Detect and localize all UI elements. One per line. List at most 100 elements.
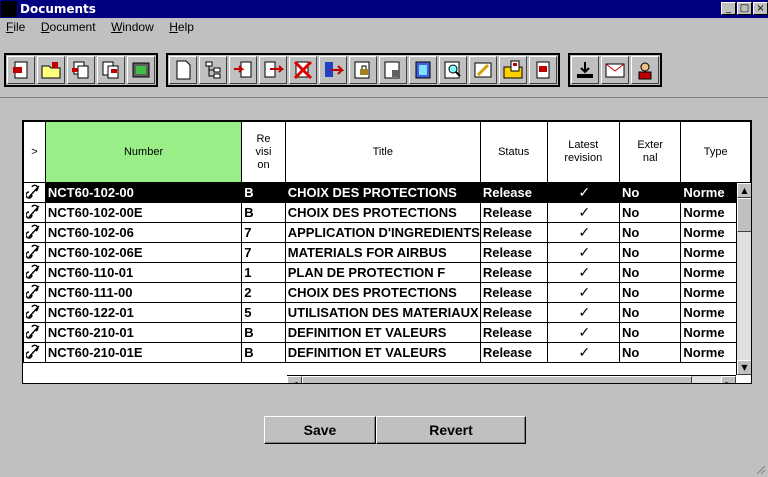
- number-cell: NCT60-210-01E: [44, 342, 243, 363]
- edit-doc-icon[interactable]: [469, 56, 497, 84]
- vertical-scroll-thumb[interactable]: [737, 198, 751, 232]
- red-doc-icon[interactable]: [529, 56, 557, 84]
- link-icon: [23, 242, 46, 263]
- revert-button[interactable]: Revert: [376, 416, 526, 444]
- revision-header-line1: Re: [256, 132, 271, 145]
- table-row[interactable]: NCT60-102-00 B CHOIX DES PROTECTIONS Releas…: [23, 182, 751, 203]
- documents-table: > Number Re visi on Title Status Latest rev…: [22, 120, 752, 384]
- book-icon[interactable]: [409, 56, 437, 84]
- maximize-button[interactable]: □: [737, 2, 752, 15]
- close-button[interactable]: ×: [753, 2, 768, 15]
- menu-file[interactable]: File: [6, 18, 25, 36]
- title-cell: DEFINITION ET VALEURS: [284, 342, 481, 363]
- external-cell: No: [618, 282, 682, 303]
- external-header-line1: Exter: [637, 139, 664, 151]
- menu-window[interactable]: Window: [111, 18, 154, 36]
- delete-icon[interactable]: [289, 56, 317, 84]
- move-right-icon[interactable]: [319, 56, 347, 84]
- expand-column-header[interactable]: >: [23, 121, 46, 183]
- document-panel: > Number Re visi on Title Status Latest rev…: [0, 98, 768, 477]
- external-column-header[interactable]: Exter nal: [618, 121, 682, 183]
- latest-revision-check-icon: ✓: [546, 342, 620, 363]
- external-cell: No: [618, 222, 682, 243]
- latest-revision-column-header[interactable]: Latest revision: [546, 121, 620, 183]
- title-bar: Documents _ □ ×: [0, 0, 768, 18]
- new-page-icon[interactable]: [169, 56, 197, 84]
- minimize-button[interactable]: _: [721, 2, 736, 15]
- scroll-right-button[interactable]: ►: [721, 376, 736, 383]
- external-cell: No: [618, 202, 682, 223]
- horizontal-scroll-thumb[interactable]: [302, 376, 692, 383]
- tree-structure-icon[interactable]: [199, 56, 227, 84]
- copy-doc-icon[interactable]: [67, 56, 95, 84]
- doc-lock-icon[interactable]: [379, 56, 407, 84]
- resize-grip-icon[interactable]: [754, 463, 766, 475]
- open-folder-icon[interactable]: [37, 56, 65, 84]
- status-column-header[interactable]: Status: [479, 121, 548, 183]
- download-icon[interactable]: [571, 56, 599, 84]
- scroll-up-button[interactable]: ▲: [737, 183, 751, 198]
- table-row[interactable]: NCT60-210-01E B DEFINITION ET VALEURS Relea…: [23, 342, 751, 363]
- export-icon[interactable]: [259, 56, 287, 84]
- import-icon[interactable]: [229, 56, 257, 84]
- title-column-header[interactable]: Title: [284, 121, 481, 183]
- table-row[interactable]: NCT60-102-06E 7 MATERIALS FOR AIRBUS Releas…: [23, 242, 751, 263]
- menu-document-label: ocument: [49, 20, 96, 34]
- status-cell: Release: [479, 182, 548, 203]
- status-cell: Release: [479, 202, 548, 223]
- link-icon: [23, 302, 46, 323]
- menu-document[interactable]: Document: [41, 18, 96, 36]
- document-red-icon[interactable]: [7, 56, 35, 84]
- user-icon[interactable]: [631, 56, 659, 84]
- table-row[interactable]: NCT60-102-00E B CHOIX DES PROTECTIONS Relea…: [23, 202, 751, 223]
- revision-column-header[interactable]: Re visi on: [241, 121, 286, 183]
- status-cell: Release: [479, 262, 548, 283]
- latest-revision-check-icon: ✓: [546, 262, 620, 283]
- link-icon: [23, 222, 46, 243]
- revision-cell: B: [241, 342, 286, 363]
- title-cell: CHOIX DES PROTECTIONS: [284, 282, 481, 303]
- title-cell: MATERIALS FOR AIRBUS: [284, 242, 481, 263]
- vertical-scrollbar[interactable]: ▲ ▼: [736, 183, 751, 375]
- external-cell: No: [618, 322, 682, 343]
- revision-header-line2: visi: [255, 145, 272, 158]
- app-icon[interactable]: [1, 1, 17, 17]
- latest-revision-check-icon: ✓: [546, 182, 620, 203]
- menu-window-label: indow: [122, 20, 154, 34]
- latest-revision-check-icon: ✓: [546, 322, 620, 343]
- menu-document-mnemonic: D: [40, 20, 50, 34]
- mail-icon[interactable]: [601, 56, 629, 84]
- number-cell: NCT60-102-06: [44, 222, 243, 243]
- link-icon: [23, 322, 46, 343]
- external-cell: No: [618, 242, 682, 263]
- external-cell: No: [618, 182, 682, 203]
- title-cell: DEFINITION ET VALEURS: [284, 322, 481, 343]
- menu-help[interactable]: Help: [169, 18, 194, 36]
- table-row[interactable]: NCT60-110-01 1 PLAN DE PROTECTION F Release…: [23, 262, 751, 283]
- status-cell: Release: [479, 342, 548, 363]
- number-cell: NCT60-102-00E: [44, 202, 243, 223]
- table-row[interactable]: NCT60-102-06 7 APPLICATION D'INGREDIENTS Re…: [23, 222, 751, 243]
- print-preview-icon[interactable]: [127, 56, 155, 84]
- number-cell: NCT60-122-01: [44, 302, 243, 323]
- link-icon: [23, 202, 46, 223]
- status-cell: Release: [479, 282, 548, 303]
- table-row[interactable]: NCT60-210-01 B DEFINITION ET VALEURS Releas…: [23, 322, 751, 343]
- revision-cell: 2: [241, 282, 286, 303]
- duplicate-doc-icon[interactable]: [97, 56, 125, 84]
- lock-icon[interactable]: [349, 56, 377, 84]
- link-icon: [23, 342, 46, 363]
- number-cell: NCT60-110-01: [44, 262, 243, 283]
- save-button[interactable]: Save: [264, 416, 376, 444]
- horizontal-scrollbar[interactable]: ◄ ►: [287, 375, 736, 383]
- latest-header-line1: Latest: [568, 139, 599, 151]
- table-row[interactable]: NCT60-111-00 2 CHOIX DES PROTECTIONS Releas…: [23, 282, 751, 303]
- folder-doc-icon[interactable]: [499, 56, 527, 84]
- number-column-header[interactable]: Number: [44, 121, 243, 183]
- search-doc-icon[interactable]: [439, 56, 467, 84]
- menu-help-mnemonic: H: [169, 20, 178, 34]
- type-column-header[interactable]: Type: [680, 121, 751, 183]
- scroll-down-button[interactable]: ▼: [737, 360, 751, 375]
- table-row[interactable]: NCT60-122-01 5 UTILISATION DES MATERIAUX Re…: [23, 302, 751, 323]
- scroll-left-button[interactable]: ◄: [287, 376, 302, 383]
